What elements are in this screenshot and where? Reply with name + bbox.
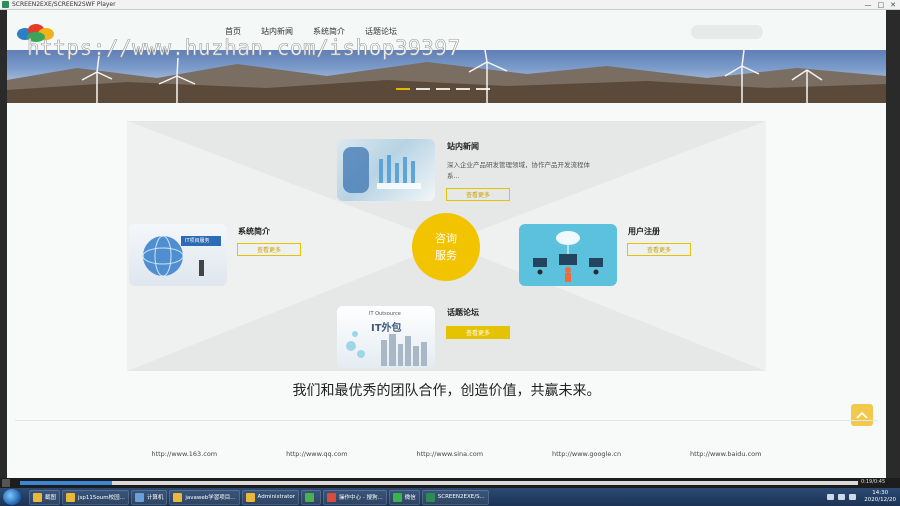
close-icon[interactable]: ✕ [890,1,896,9]
intro-card-title: 系统简介 [238,227,270,236]
tray-network-icon[interactable] [827,494,835,500]
taskbar-item[interactable]: 微信 [388,489,420,505]
news-card-desc: 深入企业产品研发管理领域，协作产品开发流程体系... [447,161,590,180]
player-controls: 0:19/0:45 [0,478,900,488]
taskbar-items: 截图 jsp115oum校园... 计算机 javaweb学習项目... Adminis… [29,489,489,505]
playback-time: 0:19/0:45 [861,479,886,485]
consulting-service-button[interactable]: 咨询 服务 [412,213,480,281]
taskbar-app-icon [305,492,315,502]
player-titlebar: SCREEN2EXE/SCREEN2SWF Player — □ ✕ [0,0,900,10]
taskbar-item-label: SCREEN2EXE/S... [437,494,485,500]
taskbar-app-icon [134,492,144,502]
center-line-1: 咨询 [435,232,457,245]
tray-flag-icon[interactable] [849,494,857,500]
taskbar-app-icon [173,492,183,502]
taskbar-item[interactable]: Administrator [241,489,300,505]
window-controls: — □ ✕ [865,1,900,9]
slider-indicators [396,88,490,90]
taskbar-app-icon [66,492,76,502]
taskbar-app-icon [425,492,435,502]
taskbar-item-label: 截图 [45,495,57,501]
center-line-2: 服务 [435,249,457,262]
footer-link-google[interactable]: http://www.google.cn [552,450,621,458]
system-clock[interactable]: 14:30 2020/12/20 [864,490,896,504]
footer-link-163[interactable]: http://www.163.com [151,450,217,458]
intro-more-button[interactable]: 查看更多 [237,243,301,256]
minimize-icon[interactable]: — [865,1,872,9]
slider-dot[interactable] [436,88,450,90]
news-more-button[interactable]: 查看更多 [446,188,510,201]
back-to-top-button[interactable] [851,404,873,426]
taskbar-app-icon [327,492,337,502]
taskbar-app-icon [245,492,255,502]
taskbar-item-label: jsp115oum校园... [78,495,125,501]
slider-dot[interactable] [396,88,410,90]
news-card-image[interactable] [337,139,435,201]
taskbar-item[interactable]: SCREEN2EXE/S... [421,489,489,505]
system-tray: 14:30 2020/12/20 [827,488,896,506]
cloud-users-image [533,231,603,282]
globe-network-image [142,235,221,277]
tray-volume-icon[interactable] [838,494,846,500]
footer-link-baidu[interactable]: http://www.baidu.com [690,450,761,458]
taskbar-item[interactable]: 操作中心 - 搜狗... [323,489,387,505]
watermark-text: https://www.huzhan.com/ishop39397 [27,36,461,61]
register-card-image[interactable] [519,224,617,286]
intro-card-image[interactable]: IT项目服务 [129,224,227,286]
player-left-border [0,10,7,478]
player-right-border [886,10,900,478]
taskbar-item[interactable]: javaweb学習项目... [169,489,240,505]
taskbar-item-label: 操作中心 - 搜狗... [339,495,383,501]
news-card-title: 站内新闻 [447,142,479,151]
maximize-icon[interactable]: □ [878,1,885,9]
player-app-icon [2,1,9,8]
website-viewport: 首页 站内新闻 系统简介 话题论坛 https://www.huzhan.com… [7,10,886,478]
forum-card-image-label: IT外包 [371,323,402,334]
taskbar-item-label: javaweb学習项目... [185,495,236,501]
taskbar-item[interactable]: 截图 [29,489,61,505]
playback-progress[interactable] [20,481,858,485]
play-pause-icon[interactable] [2,479,10,487]
taskbar-item-label: Administrator [257,494,296,500]
forum-card-image[interactable]: IT Outsource IT外包 [337,306,435,368]
footer-link-qq[interactable]: http://www.qq.com [286,450,348,458]
taskbar-item-label: 计算机 [146,495,164,501]
lab-research-image [343,147,421,193]
footer-divider [15,420,878,421]
forum-more-button[interactable]: 查看更多 [446,326,510,339]
playback-progress-fill [20,481,113,485]
start-button[interactable] [3,489,21,505]
clock-time: 14:30 [872,490,889,496]
taskbar-item[interactable] [301,489,322,505]
slider-dot[interactable] [416,88,430,90]
taskbar-item[interactable]: jsp115oum校园... [62,489,129,505]
chevron-up-icon [856,411,868,419]
player-title: SCREEN2EXE/SCREEN2SWF Player [12,1,116,8]
services-section: 站内新闻 深入企业产品研发管理领域，协作产品开发流程体系... 查看更多 IT项… [7,103,886,373]
taskbar-item[interactable]: 计算机 [130,489,168,505]
slider-dot[interactable] [456,88,470,90]
slogan-text: 我们和最优秀的团队合作，创造价值，共赢未来。 [292,383,601,399]
windows-taskbar: 截图 jsp115oum校园... 计算机 javaweb学習项目... Adminis… [0,488,900,506]
footer-link-sina[interactable]: http://www.sina.com [417,450,484,458]
register-more-button[interactable]: 查看更多 [627,243,691,256]
register-card-title: 用户注册 [628,227,660,236]
search-input[interactable] [691,25,763,39]
forum-card-title: 话题论坛 [447,308,479,317]
slider-dot[interactable] [476,88,490,90]
clock-date: 2020/12/20 [864,497,896,503]
intro-card-image-label: IT项目服务 [185,238,210,244]
desktop: SCREEN2EXE/SCREEN2SWF Player — □ ✕ 首页 站内… [0,0,900,506]
forum-card-image-subtitle: IT Outsource [369,311,401,317]
taskbar-app-icon [33,492,42,502]
footer-links: http://www.163.com http://www.qq.com htt… [7,450,886,458]
taskbar-item-label: 微信 [404,495,416,501]
taskbar-app-icon [392,492,402,502]
